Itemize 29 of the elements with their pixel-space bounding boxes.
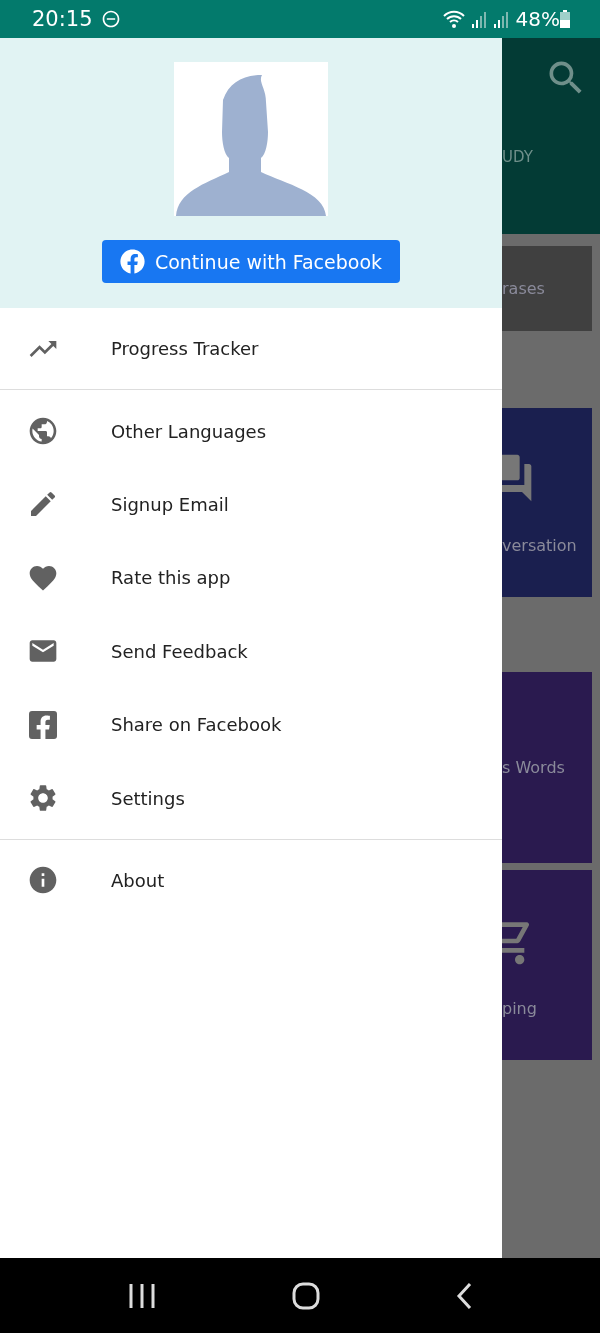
wifi-icon	[441, 9, 466, 29]
category-card[interactable]: s Words	[502, 672, 592, 863]
battery-icon	[560, 10, 570, 28]
menu-item[interactable]: Send Feedback	[0, 614, 502, 688]
card-title: rases	[502, 279, 546, 298]
back-button[interactable]	[456, 1282, 472, 1309]
menu-item[interactable]: Progress Tracker	[0, 312, 502, 386]
menu-item[interactable]: Share on Facebook	[0, 687, 502, 762]
menu-item[interactable]: Rate this app	[0, 541, 502, 615]
facebook-icon	[119, 249, 145, 274]
continue-with-facebook-button[interactable]: Continue with Facebook	[102, 240, 400, 283]
signal-icon	[471, 10, 488, 28]
recent-apps-button[interactable]	[128, 1282, 156, 1309]
menu-item[interactable]: Settings	[0, 761, 502, 835]
home-button[interactable]	[292, 1281, 320, 1310]
card-title: versation	[502, 536, 578, 555]
card-title: s Words	[502, 758, 566, 777]
card-title: ping	[502, 998, 538, 1018]
menu-item[interactable]: About	[0, 843, 502, 918]
do-not-disturb-icon	[100, 9, 121, 29]
battery-level: 48%	[515, 7, 560, 31]
menu-item[interactable]: Other Languages	[0, 394, 502, 468]
tab-label: UDY	[502, 148, 533, 166]
signal-icon	[493, 10, 510, 28]
menu-item[interactable]: Signup Email	[0, 467, 502, 542]
category-card[interactable]: ping	[502, 870, 592, 1060]
clock: 20:15	[32, 7, 93, 31]
facebook-icon	[27, 708, 59, 741]
category-card[interactable]: versation	[502, 408, 592, 597]
